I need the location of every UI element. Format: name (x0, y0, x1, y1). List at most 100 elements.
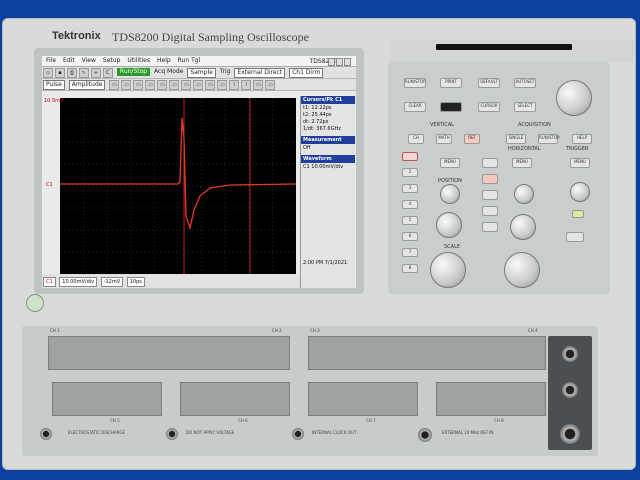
trigger-level-knob[interactable] (570, 182, 590, 202)
pulse-red-icon-2[interactable]: ⌇ (241, 80, 252, 90)
module-bay: CH 1 CH 2 CH 3 CH 4 CH 5 CH 6 CH 7 CH 8 … (22, 326, 598, 456)
run-stop-panel-button[interactable]: RUN/STOP (404, 78, 426, 88)
trig-source-select[interactable]: External Direct (234, 68, 286, 78)
trig-level-select[interactable]: Ch1 Dirm (289, 68, 324, 78)
channel-1-button[interactable] (402, 152, 418, 161)
channel-5-button[interactable]: 5 (402, 216, 418, 225)
clear-button[interactable]: CLEAR (404, 102, 426, 112)
acq-mode-select[interactable]: Sample (187, 68, 216, 78)
trigger-menu-button[interactable]: MENU (570, 158, 590, 168)
vertical-section-label: VERTICAL (430, 122, 454, 128)
horizontal-scale-knob[interactable] (504, 252, 540, 288)
horizontal-delay-knob[interactable] (510, 214, 536, 240)
meas-icon-5[interactable]: ▭ (157, 80, 168, 90)
cursor-row: t2: 25.44ps (303, 112, 332, 118)
meas-icon-8[interactable]: ▭ (193, 80, 204, 90)
run-stop-button[interactable]: Run/Stop (116, 68, 151, 76)
menu-view[interactable]: View (82, 57, 96, 64)
meas-icon-1[interactable]: ▭ (109, 80, 120, 90)
slot-label-ch4: CH 4 (528, 328, 538, 333)
bottom-ch[interactable]: C1 (43, 277, 56, 287)
slot-label-ch3: CH 3 (310, 328, 320, 333)
menu-utilities[interactable]: Utilities (127, 57, 150, 64)
menu-setup[interactable]: Setup (103, 57, 120, 64)
clock-out-connector[interactable] (292, 428, 304, 440)
print-icon[interactable]: ⎙ (67, 68, 77, 78)
select-button[interactable]: SELECT (514, 102, 536, 112)
zoom-icon[interactable]: + (91, 68, 101, 78)
meas-icon-2[interactable]: ▭ (121, 80, 132, 90)
horiz-button-2[interactable] (482, 174, 498, 184)
channel-4-button[interactable]: 4 (402, 200, 418, 209)
trig-label: Trig (219, 68, 231, 75)
bnc-connector-1[interactable] (562, 346, 578, 362)
vertical-position-knob[interactable] (440, 184, 460, 204)
channel-7-button[interactable]: 7 (402, 248, 418, 257)
ch-button[interactable]: CH (408, 134, 424, 144)
amplitude-select[interactable]: Amplitude (68, 80, 106, 90)
bottom-scale[interactable]: 10.00mV/div (59, 277, 98, 287)
pulse-red-icon[interactable]: ⌇ (229, 80, 240, 90)
bnc-connector-2[interactable] (562, 382, 578, 398)
ref-in-connector[interactable] (418, 428, 432, 442)
autoset-button[interactable]: AUTOSET (514, 78, 536, 88)
menu-edit[interactable]: Edit (63, 57, 75, 64)
cursor-icon[interactable]: ↖ (79, 68, 89, 78)
vertical-menu-button[interactable]: MENU (440, 158, 460, 168)
ref-button[interactable]: REF (464, 134, 480, 144)
channel-6-button[interactable]: 6 (402, 232, 418, 241)
menu-help[interactable]: Help (157, 57, 171, 64)
channel-3-button[interactable]: 3 (402, 184, 418, 193)
waveform-value: C1 10.00mV/div (303, 164, 344, 170)
trigger-set-button[interactable] (566, 232, 584, 242)
acq-help-button[interactable]: HELP (572, 134, 592, 144)
cursor-button[interactable]: CURSOR (478, 102, 500, 112)
power-button[interactable] (26, 294, 44, 312)
meas-icon-9[interactable]: ▭ (205, 80, 216, 90)
channel-2-button[interactable]: 2 (402, 168, 418, 177)
waveform-graticule[interactable] (60, 98, 297, 274)
math-button[interactable]: MATH (436, 134, 452, 144)
vertical-scale-knob[interactable] (430, 252, 466, 288)
display-mode-select[interactable]: Pulse (43, 80, 65, 90)
channel-8-button[interactable]: 8 (402, 264, 418, 273)
grid-lines (60, 98, 296, 274)
bottom-time[interactable]: 10ps (126, 277, 145, 287)
acq-run-button[interactable]: RUN/STOP (538, 134, 560, 144)
maximize-icon[interactable] (336, 58, 343, 66)
clear-icon[interactable]: C (103, 68, 113, 78)
minimize-icon[interactable] (328, 58, 335, 66)
menu-run-tgl[interactable]: Run Tgl (178, 57, 201, 64)
acq-single-button[interactable]: SINGLE (506, 134, 526, 144)
meas-icon-12[interactable]: ▭ (265, 80, 276, 90)
menu-file[interactable]: File (46, 57, 56, 64)
horiz-button-1[interactable] (482, 158, 498, 168)
module-slot-small-1 (52, 382, 162, 416)
bnc-connector-3[interactable] (560, 424, 580, 444)
meas-icon-6[interactable]: ▭ (169, 80, 180, 90)
blank-button[interactable] (440, 102, 462, 112)
meas-icon-4[interactable]: ▭ (145, 80, 156, 90)
horiz-button-4[interactable] (482, 206, 498, 216)
meas-icon-11[interactable]: ▭ (253, 80, 264, 90)
horizontal-position-knob[interactable] (514, 184, 534, 204)
meas-icon-10[interactable]: ▭ (217, 80, 228, 90)
horiz-button-3[interactable] (482, 190, 498, 200)
antistatic-connector[interactable] (166, 428, 178, 440)
bottom-pos[interactable]: -12mV (100, 277, 124, 287)
general-purpose-knob[interactable] (556, 80, 592, 116)
save-icon[interactable]: ▪ (55, 68, 65, 78)
horiz-button-5[interactable] (482, 222, 498, 232)
open-icon[interactable]: ▫ (43, 68, 53, 78)
vertical-scale-label: SCALE (444, 244, 461, 250)
trigger-section-label: TRIGGER (566, 146, 589, 152)
module-slot-small-3 (308, 382, 418, 416)
horizontal-menu-button[interactable]: MENU (512, 158, 532, 168)
default-setup-button[interactable]: DEFAULT (478, 78, 500, 88)
print-button[interactable]: PRINT (440, 78, 462, 88)
vertical-offset-knob[interactable] (436, 212, 462, 238)
meas-icon-3[interactable]: ▭ (133, 80, 144, 90)
close-icon[interactable] (344, 58, 351, 66)
esd-ground-jack[interactable] (40, 428, 52, 440)
meas-icon-7[interactable]: ▭ (181, 80, 192, 90)
